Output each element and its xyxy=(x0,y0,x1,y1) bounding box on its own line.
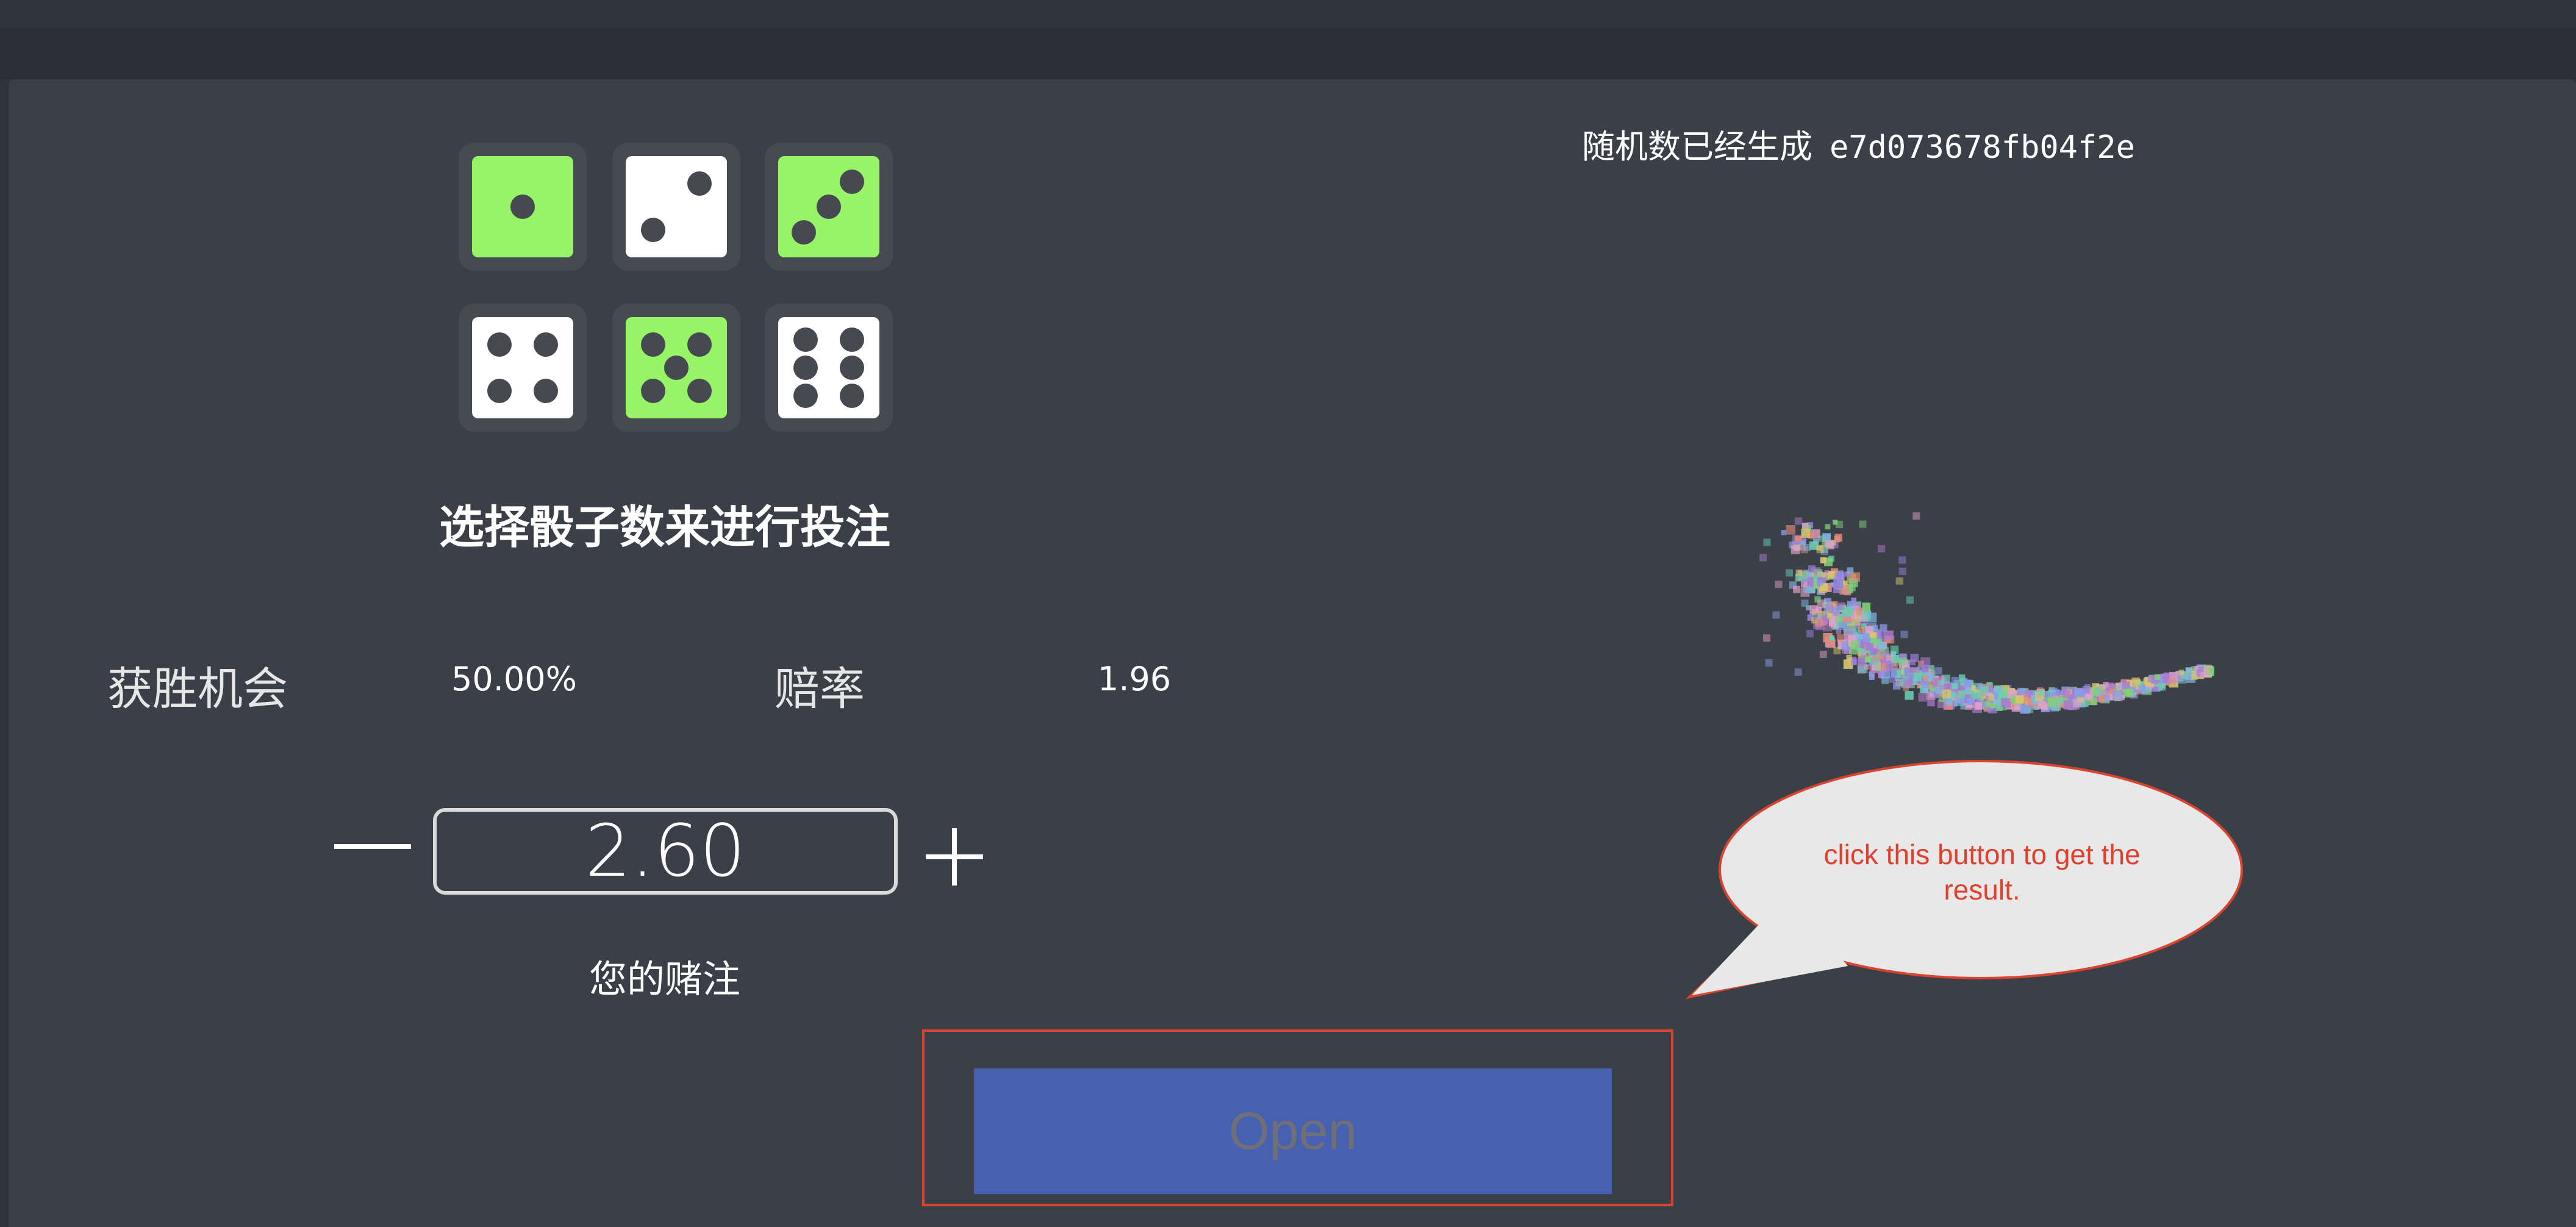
die-face xyxy=(626,317,727,418)
die-pip xyxy=(640,379,665,404)
die-pip xyxy=(840,169,865,194)
die-pip xyxy=(687,332,712,357)
die-pip xyxy=(840,327,865,352)
die-face xyxy=(626,156,727,257)
odds-value: 1.96 xyxy=(1098,660,1172,698)
odds-label: 赔率 xyxy=(775,663,865,715)
rng-status: 随机数已经生成 e7d073678fb04f2e xyxy=(1582,120,2135,168)
minus-icon xyxy=(334,844,411,849)
die-face xyxy=(778,156,879,257)
open-button[interactable]: Open xyxy=(974,1068,1612,1194)
die-pip xyxy=(664,356,689,380)
win-chance-label: 获胜机会 xyxy=(107,663,288,715)
rng-status-text: 随机数已经生成 xyxy=(1582,127,1812,166)
die-pip xyxy=(487,379,512,404)
header-strip xyxy=(0,28,2576,79)
die-pip xyxy=(793,356,818,380)
rng-hash: e7d073678fb04f2e xyxy=(1830,129,2135,166)
die-pip xyxy=(487,332,512,357)
die-pip xyxy=(640,218,665,243)
die-pip xyxy=(640,332,665,357)
die-four-button[interactable] xyxy=(459,304,587,432)
die-pip xyxy=(793,384,818,409)
die-face xyxy=(472,156,573,257)
loading-particles xyxy=(1759,512,2214,714)
decrease-bet-button[interactable] xyxy=(323,811,421,884)
die-pip xyxy=(791,220,816,245)
die-two-button[interactable] xyxy=(612,143,740,271)
die-pip xyxy=(793,327,818,352)
die-one-button[interactable] xyxy=(459,143,587,271)
die-three-button[interactable] xyxy=(765,143,893,271)
die-pip xyxy=(840,356,865,380)
die-face xyxy=(472,317,573,418)
die-pip xyxy=(534,379,559,404)
die-pip xyxy=(817,195,841,219)
win-chance-value: 50.00% xyxy=(451,660,577,698)
die-pip xyxy=(534,332,559,357)
tooltip-text: click this button to get the result. xyxy=(1823,839,2141,906)
die-pip xyxy=(687,171,712,196)
die-pip xyxy=(840,384,865,409)
bet-label: 您的赌注 xyxy=(589,957,740,1001)
increase-bet-button[interactable] xyxy=(926,828,983,885)
die-six-button[interactable] xyxy=(765,304,893,432)
die-pip xyxy=(510,195,535,219)
die-face xyxy=(778,317,879,418)
bet-instruction-title: 选择骰子数来进行投注 xyxy=(439,501,890,554)
die-five-button[interactable] xyxy=(612,304,740,432)
die-pip xyxy=(687,379,712,404)
bet-amount-input[interactable]: 2.60 xyxy=(433,808,898,895)
top-bar xyxy=(0,0,2576,28)
